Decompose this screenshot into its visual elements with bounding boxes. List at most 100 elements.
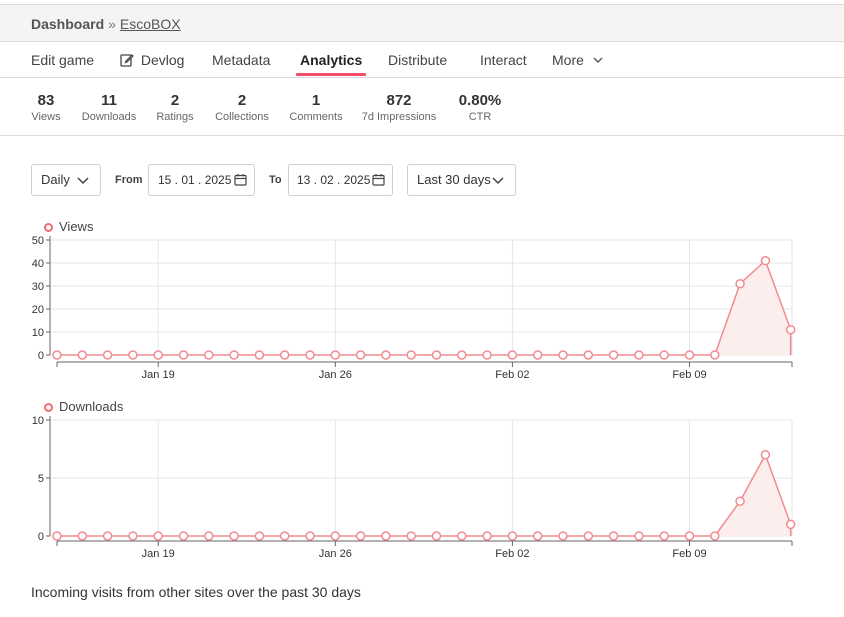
data-point[interactable] (153, 531, 163, 541)
tab-analytics[interactable]: Analytics (300, 52, 362, 68)
series-area (57, 454, 791, 536)
data-point[interactable] (77, 531, 88, 541)
data-point[interactable] (305, 531, 315, 541)
data-point[interactable] (77, 350, 88, 360)
data-point[interactable] (128, 531, 138, 541)
data-point[interactable] (128, 350, 138, 360)
data-point[interactable] (355, 350, 366, 360)
data-point[interactable] (381, 350, 391, 360)
data-point[interactable] (659, 350, 669, 360)
data-point[interactable] (204, 531, 214, 541)
data-point[interactable] (735, 496, 745, 506)
breadcrumb-dashboard[interactable]: Dashboard (31, 16, 104, 32)
to-label: To (269, 174, 282, 186)
data-point[interactable] (532, 531, 543, 541)
data-point[interactable] (785, 324, 796, 335)
data-point[interactable] (659, 531, 669, 541)
data-point[interactable] (684, 531, 695, 541)
breadcrumb-game-link[interactable]: EscoBOX (120, 16, 181, 32)
data-point[interactable] (507, 350, 518, 360)
data-point[interactable] (482, 350, 492, 360)
from-date-value: 15 . 01 . 2025 (158, 173, 232, 187)
data-point[interactable] (608, 350, 619, 360)
range-select[interactable]: Last 30 days (407, 164, 516, 196)
data-point[interactable] (482, 531, 492, 541)
data-point[interactable] (406, 350, 416, 360)
interval-select[interactable]: Daily (31, 164, 101, 196)
data-point[interactable] (558, 531, 568, 541)
data-point[interactable] (684, 350, 695, 360)
chevron-down-icon (492, 177, 504, 185)
data-point[interactable] (355, 531, 366, 541)
data-point[interactable] (102, 531, 113, 541)
data-point[interactable] (330, 350, 341, 360)
y-tick-label: 5 (38, 473, 44, 485)
data-point[interactable] (431, 350, 442, 360)
data-point[interactable] (710, 350, 720, 360)
data-point[interactable] (608, 531, 619, 541)
data-point[interactable] (279, 350, 290, 360)
tab-devlog[interactable]: Devlog (120, 52, 184, 68)
header-bar: Dashboard» EscoBOX (0, 5, 844, 42)
data-point[interactable] (178, 350, 189, 360)
data-point[interactable] (381, 531, 391, 541)
data-point[interactable] (102, 350, 113, 360)
data-point[interactable] (229, 350, 239, 360)
data-point[interactable] (785, 519, 796, 530)
data-point[interactable] (279, 531, 290, 541)
data-point[interactable] (254, 350, 265, 360)
stat-value: 2 (237, 92, 247, 109)
data-point[interactable] (305, 350, 315, 360)
data-point[interactable] (178, 531, 189, 541)
breadcrumb-separator: » (108, 16, 116, 32)
data-point[interactable] (634, 350, 644, 360)
from-date-input[interactable]: 15 . 01 . 2025 (148, 164, 255, 196)
data-point[interactable] (735, 278, 745, 289)
stat-value: 11 (101, 92, 117, 109)
stat-value: 2 (170, 92, 180, 109)
x-tick-label: Jan 26 (319, 548, 352, 560)
calendar-icon (234, 174, 247, 186)
y-tick-label: 30 (32, 281, 44, 293)
tab-distribute[interactable]: Distribute (388, 52, 447, 68)
tab-more[interactable]: More (552, 52, 604, 68)
data-point[interactable] (229, 531, 239, 541)
stat-views: 83 Views (30, 92, 62, 124)
data-point[interactable] (52, 350, 62, 360)
stats-row: 83 Views 11 Downloads 2 Ratings 2 Collec… (0, 78, 844, 136)
data-point[interactable] (760, 255, 771, 266)
x-tick-label: Feb 09 (672, 369, 706, 380)
data-point[interactable] (760, 450, 771, 460)
data-point[interactable] (153, 350, 163, 360)
y-tick-label: 10 (32, 415, 44, 427)
data-point[interactable] (457, 531, 467, 541)
data-point[interactable] (710, 531, 720, 541)
data-point[interactable] (634, 531, 644, 541)
data-point[interactable] (254, 531, 265, 541)
data-point[interactable] (507, 531, 518, 541)
data-point[interactable] (52, 531, 62, 541)
data-point[interactable] (583, 350, 594, 360)
tab-metadata[interactable]: Metadata (212, 52, 270, 68)
tab-interact[interactable]: Interact (480, 52, 527, 68)
to-date-value: 13 . 02 . 2025 (297, 173, 371, 187)
x-tick-label: Feb 02 (495, 369, 529, 380)
data-point[interactable] (457, 350, 467, 360)
data-point[interactable] (558, 350, 568, 360)
edit-icon (120, 54, 134, 67)
tab-edit-game[interactable]: Edit game (31, 52, 94, 68)
data-point[interactable] (532, 350, 543, 360)
data-point[interactable] (431, 531, 442, 541)
to-date-input[interactable]: 13 . 02 . 2025 (288, 164, 393, 196)
stat-value: 83 (37, 92, 55, 109)
data-point[interactable] (583, 531, 594, 541)
stat-label: Ratings (156, 111, 194, 123)
referrers-caption: Incoming visits from other sites over th… (31, 584, 361, 600)
downloads-chart: 0 5 10 Jan 19 Jan 26 Feb 02 Feb 09 (32, 415, 796, 560)
stat-collections: 2 Collections (212, 92, 272, 124)
data-point[interactable] (330, 531, 341, 541)
tab-more-label: More (552, 52, 584, 68)
data-point[interactable] (406, 531, 416, 541)
data-point[interactable] (204, 350, 214, 360)
y-tick-label: 0 (38, 531, 44, 543)
